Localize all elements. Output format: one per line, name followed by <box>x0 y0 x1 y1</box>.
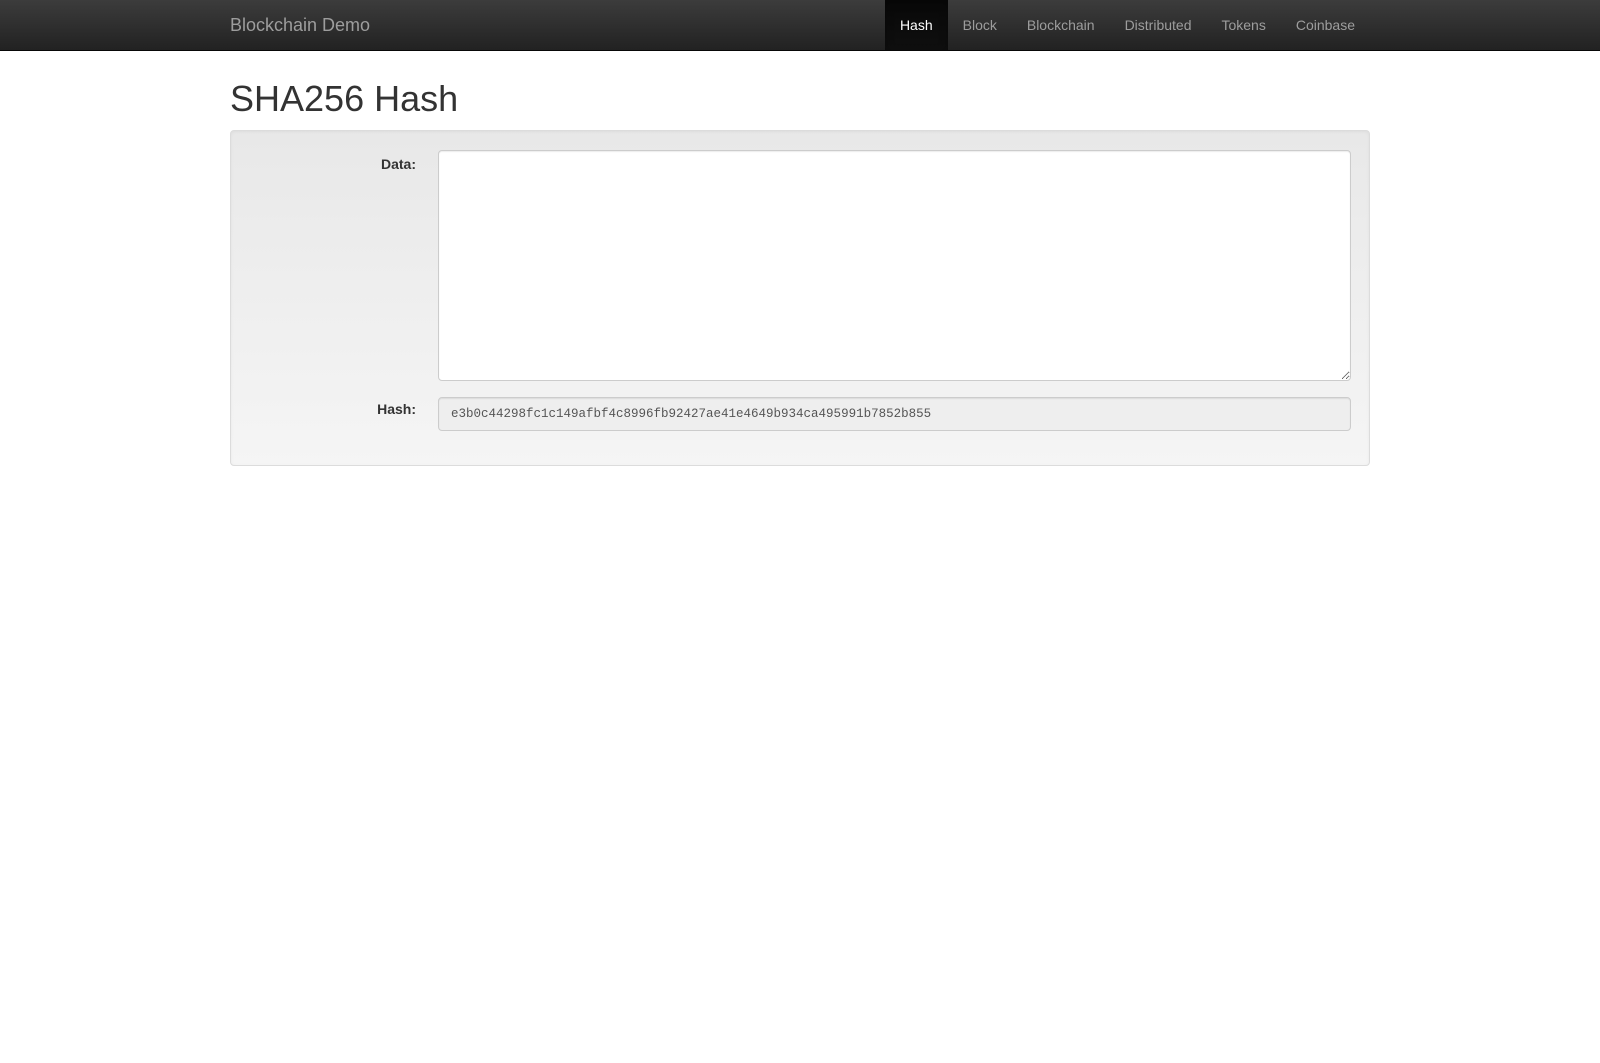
nav-item-tokens[interactable]: Tokens <box>1206 0 1280 50</box>
nav-item-distributed[interactable]: Distributed <box>1110 0 1207 50</box>
hash-form-panel: Data: Hash: <box>230 130 1370 466</box>
nav-item-blockchain[interactable]: Blockchain <box>1012 0 1110 50</box>
data-label: Data: <box>380 156 416 172</box>
hash-output-field[interactable] <box>438 397 1351 431</box>
brand-link[interactable]: Blockchain Demo <box>230 15 370 35</box>
nav-item-block[interactable]: Block <box>948 0 1012 50</box>
navbar: Blockchain Demo Hash Block Blockchain Di… <box>0 0 1600 51</box>
data-textarea[interactable] <box>438 150 1351 381</box>
nav-item-hash[interactable]: Hash <box>884 0 948 50</box>
nav-menu: Hash Block Blockchain Distributed Tokens… <box>884 0 1370 50</box>
hash-label: Hash: <box>377 401 416 417</box>
page-title: SHA256 Hash <box>230 78 459 119</box>
nav-item-coinbase[interactable]: Coinbase <box>1281 0 1370 50</box>
